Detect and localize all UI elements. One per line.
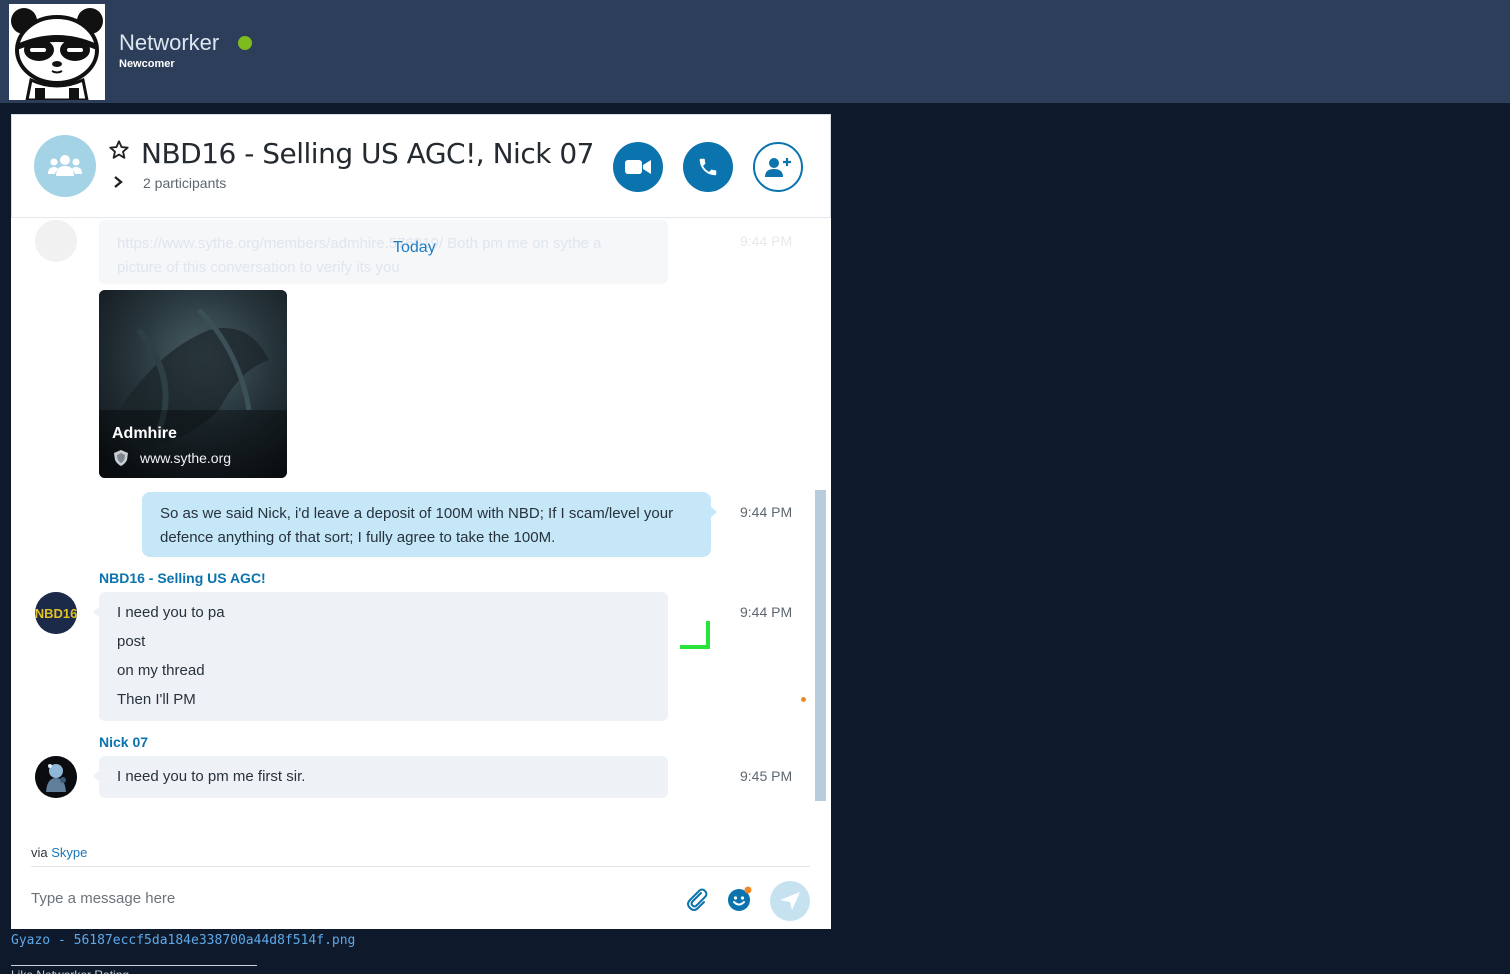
send-button[interactable] [770, 881, 810, 921]
paperclip-icon[interactable] [684, 886, 710, 912]
composer-divider [31, 866, 810, 867]
skype-chat-window: NBD16 - Selling US AGC!, Nick 07 2 parti… [11, 114, 831, 929]
bubble-tail [93, 770, 100, 782]
sender-name[interactable]: NBD16 - Selling US AGC! [99, 570, 266, 586]
outgoing-message-bubble: So as we said Nick, i'd leave a deposit … [142, 492, 717, 557]
send-arrow-icon [780, 892, 800, 910]
profile-username[interactable]: Networker [119, 30, 219, 56]
group-icon [48, 155, 82, 176]
faded-message-time: 9:44 PM [740, 233, 793, 249]
chat-scrollbar[interactable] [815, 490, 826, 801]
nick07-avatar[interactable] [35, 756, 77, 798]
message-line[interactable]: I need you to pa [117, 604, 225, 621]
panda-avatar[interactable] [9, 4, 105, 102]
message-time: 9:44 PM [740, 604, 793, 620]
footer-cut-text: Like Networker Rating [11, 968, 129, 974]
green-corner-mark [680, 621, 710, 649]
incoming-message-bubble: I need you to pa post on my thread Then … [93, 592, 668, 721]
phone-icon [699, 158, 717, 176]
chat-header: NBD16 - Selling US AGC!, Nick 07 2 parti… [11, 114, 831, 218]
nbd16-avatar[interactable]: NBD16 [35, 592, 77, 634]
audio-call-button[interactable] [683, 142, 733, 192]
via-skype-label: via Skype [31, 845, 87, 860]
preview-site: www.sythe.org [140, 450, 232, 466]
bubble-tail [710, 506, 717, 518]
incoming-message-bubble: I need you to pm me first sir. [93, 756, 668, 798]
participants-count[interactable]: 2 participants [143, 175, 226, 191]
gyazo-caption[interactable]: Gyazo - 56187eccf5da184e338700a44d8f514f… [11, 933, 355, 948]
favorite-star-icon[interactable] [108, 139, 130, 161]
message-input[interactable] [31, 884, 631, 912]
shield-icon [114, 450, 128, 466]
bubble-tail [93, 606, 100, 618]
unread-indicator-dot [801, 697, 806, 702]
svg-text:NBD16: NBD16 [35, 606, 77, 621]
nbd16-logo: NBD16 [35, 592, 77, 634]
day-divider: Today [393, 239, 436, 256]
chevron-right-icon[interactable] [112, 175, 124, 189]
message-line[interactable]: Then I'll PM [117, 691, 196, 708]
outgoing-message-text[interactable]: So as we said Nick, i'd leave a deposit … [160, 502, 680, 550]
preview-title: Admhire [112, 425, 177, 442]
message-line[interactable]: post [117, 633, 145, 650]
footer-divider [11, 965, 257, 966]
video-camera-icon [625, 160, 651, 174]
add-person-icon [765, 158, 791, 177]
nick07-avatar-image [35, 756, 77, 798]
video-call-button[interactable] [613, 142, 663, 192]
faded-avatar [35, 220, 77, 262]
chat-title[interactable]: NBD16 - Selling US AGC!, Nick 07 [141, 137, 594, 170]
profile-user-title: Newcomer [119, 58, 175, 70]
profile-bar: Networker Newcomer [0, 0, 1510, 103]
message-time: 9:45 PM [740, 768, 793, 784]
add-people-button[interactable] [753, 142, 803, 192]
link-preview-card[interactable]: Admhire www.sythe.org [99, 290, 287, 478]
message-line[interactable]: I need you to pm me first sir. [117, 768, 305, 785]
faded-message-text[interactable]: https://www.sythe.org/members/admhire.57… [117, 232, 637, 280]
message-line[interactable]: on my thread [117, 662, 205, 679]
emoticon-icon[interactable] [727, 886, 753, 912]
message-time: 9:44 PM [740, 504, 793, 520]
skype-link[interactable]: Skype [51, 845, 87, 860]
panda-icon [9, 4, 105, 102]
group-avatar[interactable] [34, 135, 96, 197]
online-status-icon [238, 36, 252, 50]
via-prefix: via [31, 845, 48, 860]
sender-name[interactable]: Nick 07 [99, 734, 148, 750]
